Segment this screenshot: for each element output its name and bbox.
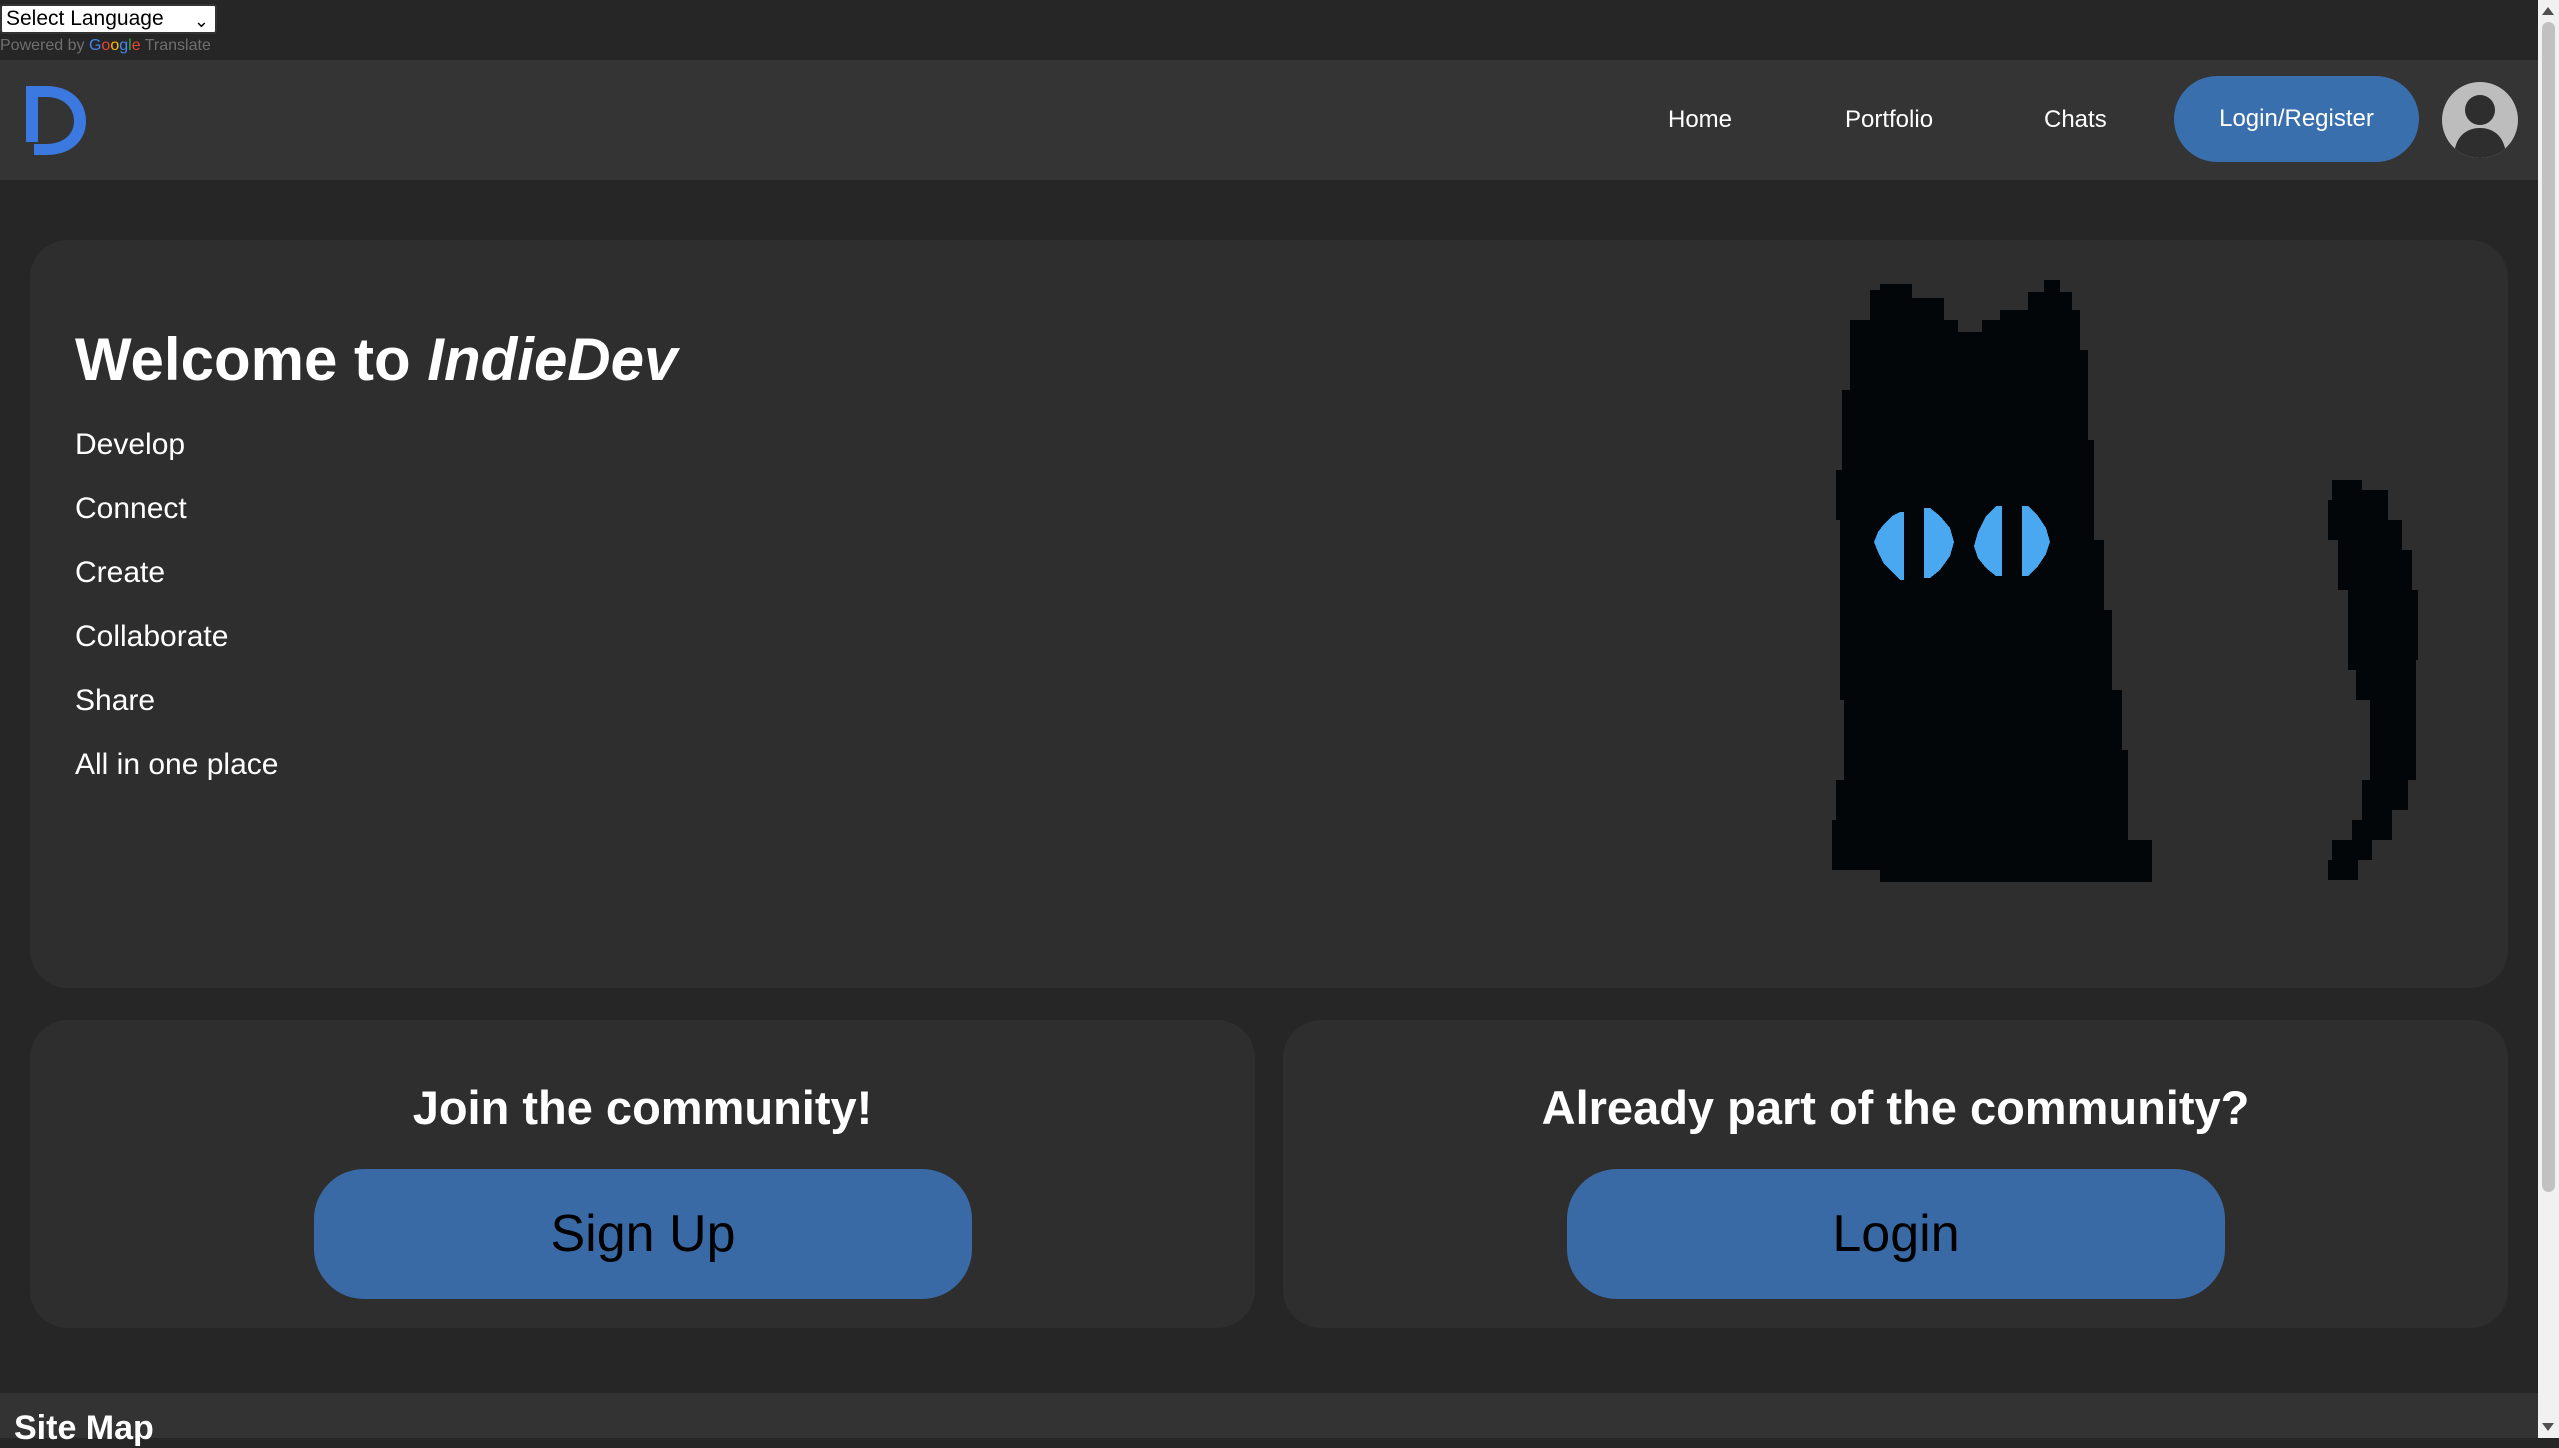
navbar: Home Portfolio Chats Login/Register bbox=[0, 60, 2538, 180]
join-community-heading: Join the community! bbox=[412, 1081, 873, 1134]
scroll-up-arrow-icon[interactable] bbox=[2542, 7, 2554, 15]
user-avatar-icon[interactable] bbox=[2442, 82, 2518, 158]
nav-portfolio-link[interactable]: Portfolio bbox=[1845, 100, 1933, 140]
chevron-down-icon: ⌄ bbox=[193, 11, 209, 31]
pixel-cat-icon bbox=[1832, 280, 2488, 940]
feature-list: Develop Connect Create Collaborate Share… bbox=[75, 427, 278, 811]
feature-item: Create bbox=[75, 556, 166, 589]
scroll-thumb[interactable] bbox=[2542, 22, 2555, 1192]
feature-item: Develop bbox=[75, 428, 186, 461]
language-select[interactable]: Select Language ⌄ bbox=[0, 4, 217, 34]
site-footer: Site Map bbox=[0, 1393, 2538, 1447]
indiedev-d-logo-icon[interactable] bbox=[20, 82, 90, 158]
language-select-value: Select Language bbox=[6, 7, 164, 30]
feature-item: Connect bbox=[75, 492, 187, 525]
feature-item: All in one place bbox=[75, 748, 279, 781]
nav-home-link[interactable]: Home bbox=[1668, 100, 1732, 140]
existing-member-card: Already part of the community? Login bbox=[1283, 1020, 2508, 1328]
brand-name: IndieDev bbox=[427, 326, 678, 393]
hero-card: Welcome to IndieDev Develop Connect Crea… bbox=[30, 240, 2508, 988]
site-map-heading: Site Map bbox=[14, 1409, 154, 1447]
google-wordmark[interactable]: Google bbox=[89, 37, 141, 54]
join-community-card: Join the community! Sign Up bbox=[30, 1020, 1255, 1328]
login-button[interactable]: Login bbox=[1567, 1169, 2225, 1299]
page-scrollbar[interactable] bbox=[2538, 0, 2559, 1438]
existing-member-heading: Already part of the community? bbox=[1541, 1081, 2250, 1134]
login-register-button[interactable]: Login/Register bbox=[2174, 76, 2419, 162]
translate-bar: Select Language ⌄ Powered by Google Tran… bbox=[0, 0, 2538, 60]
nav-chats-link[interactable]: Chats bbox=[2044, 100, 2107, 140]
translate-link[interactable]: Translate bbox=[145, 37, 211, 54]
powered-by-google-translate: Powered by Google Translate bbox=[0, 37, 211, 55]
scroll-down-arrow-icon[interactable] bbox=[2542, 1423, 2554, 1431]
sign-up-button[interactable]: Sign Up bbox=[314, 1169, 972, 1299]
feature-item: Collaborate bbox=[75, 620, 229, 653]
page-title: Welcome to IndieDev bbox=[75, 326, 678, 393]
feature-item: Share bbox=[75, 684, 156, 717]
powered-by-text: Powered by bbox=[0, 37, 85, 54]
